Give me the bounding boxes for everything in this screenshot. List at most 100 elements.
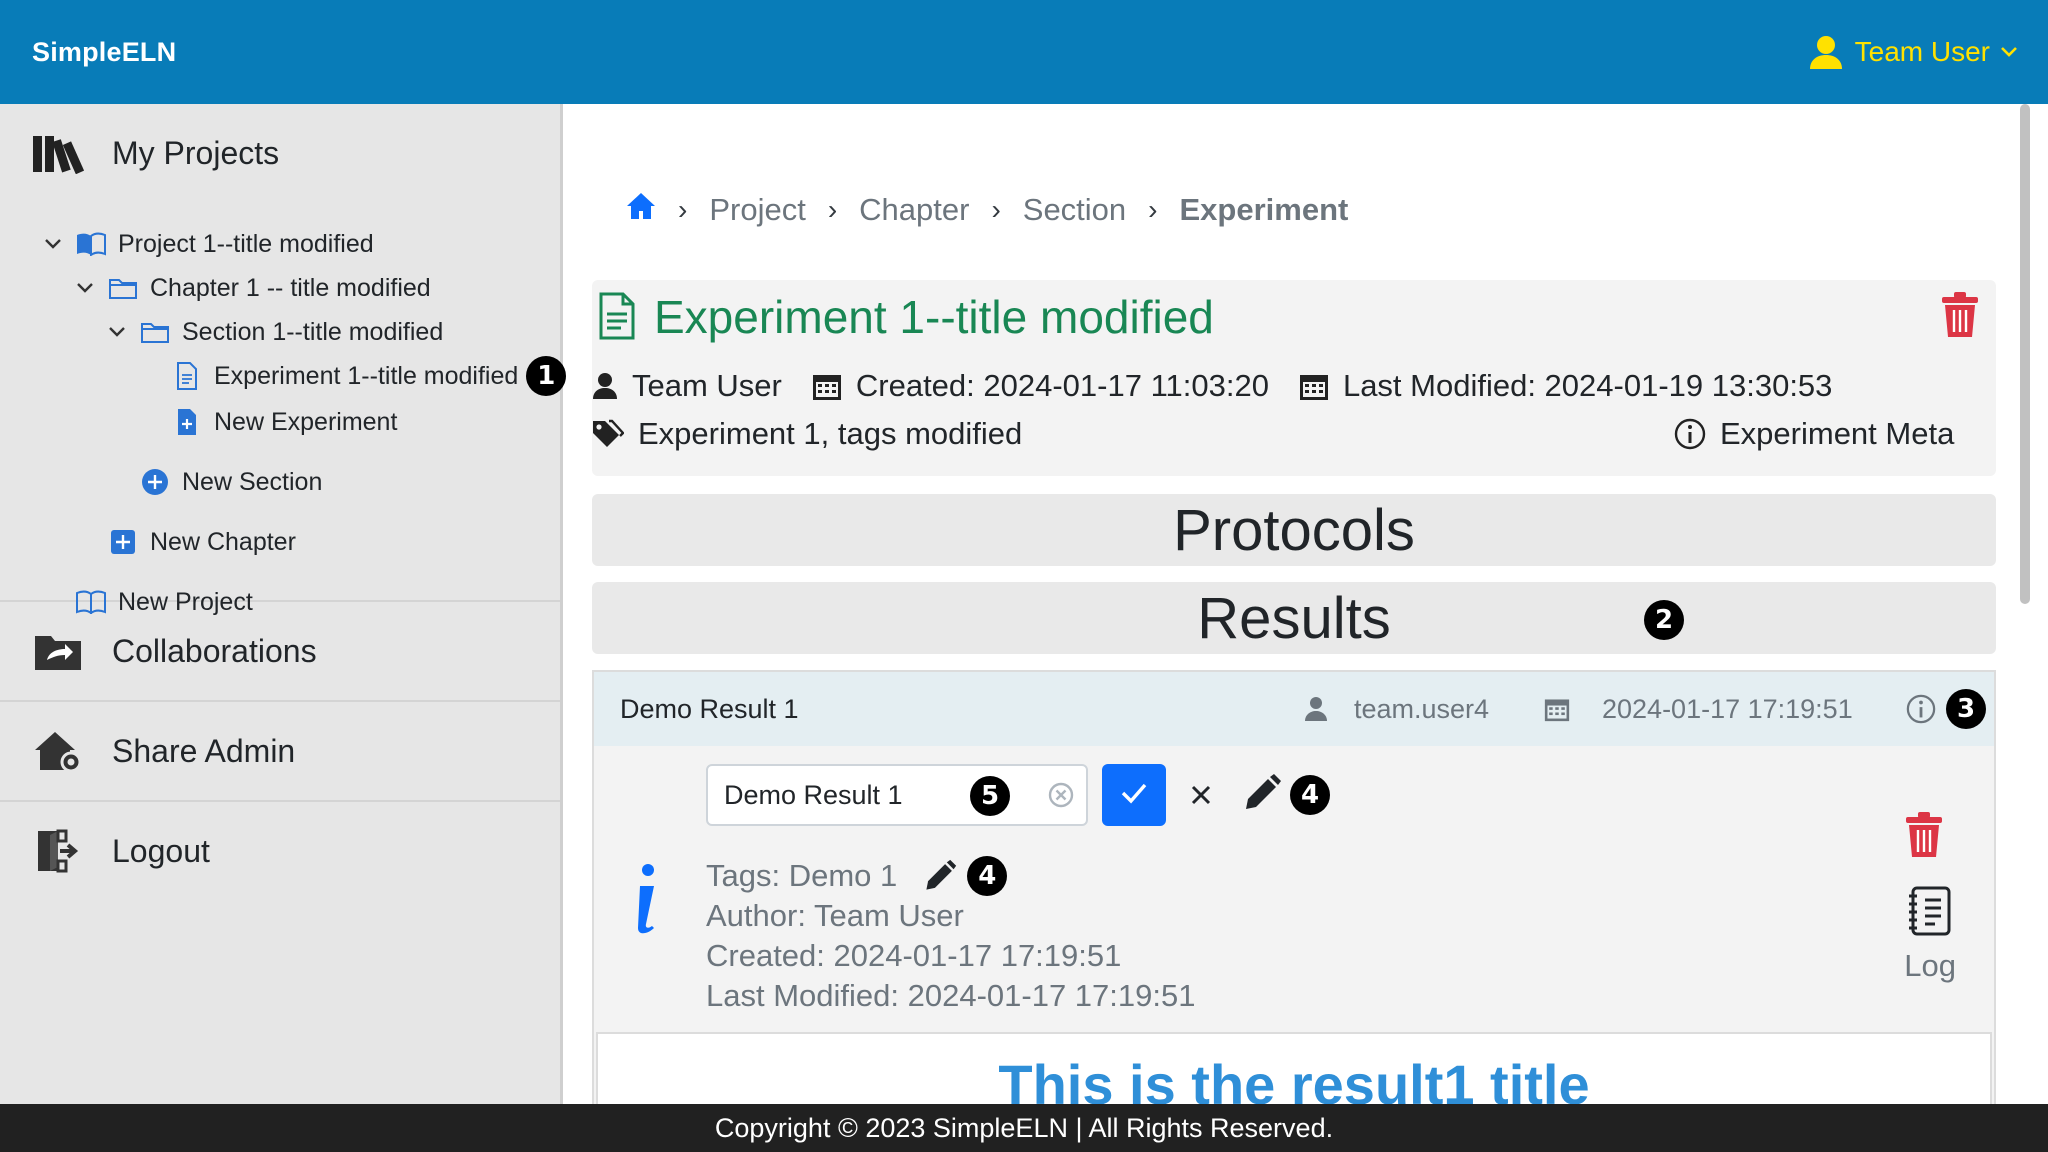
chevron-down-icon[interactable] xyxy=(106,326,128,338)
brand-logo[interactable]: SimpleELN xyxy=(32,37,176,68)
experiment-header: Experiment 1--title modified Team User C… xyxy=(592,280,1996,476)
tree-item-chapter[interactable]: Chapter 1 -- title modified xyxy=(74,268,431,308)
result-details: Tags: Demo 1 4 Author: Team User Created… xyxy=(706,856,1195,1016)
log-button[interactable]: Log xyxy=(1904,886,1956,984)
experiment-meta-link[interactable]: Experiment Meta xyxy=(1674,416,1954,452)
tree-item-experiment[interactable]: Experiment 1--title modified 1 xyxy=(172,356,567,396)
chevron-right-icon: › xyxy=(1148,194,1158,225)
tree-label: New Chapter xyxy=(150,527,296,556)
calendar-icon xyxy=(1299,371,1329,401)
chevron-down-icon xyxy=(2000,46,2018,58)
tree-label: New Section xyxy=(182,467,323,496)
folder-icon xyxy=(108,273,138,303)
result-header[interactable]: Demo Result 1 team.user4 2024-01-17 17:1… xyxy=(594,672,1994,746)
person-icon xyxy=(592,372,618,400)
edit-title-button[interactable] xyxy=(1242,773,1282,818)
experiment-tags-row: Experiment 1, tags modified Experiment M… xyxy=(592,416,1996,452)
sidebar: My Projects Project 1--title modified Ch… xyxy=(0,104,567,1104)
result-title-input[interactable]: Demo Result 1 5 xyxy=(706,764,1088,826)
cancel-button[interactable] xyxy=(1190,775,1212,815)
document-icon xyxy=(598,292,636,345)
share-admin-label: Share Admin xyxy=(112,732,296,769)
calendar-icon xyxy=(1544,696,1570,722)
chevron-right-icon: › xyxy=(991,194,1001,225)
annotation-badge: 4 xyxy=(967,856,1008,896)
tree-item-new-chapter[interactable]: New Chapter xyxy=(108,522,296,562)
result-tags-row: Tags: Demo 1 4 xyxy=(706,856,1195,896)
tree-label: Experiment 1--title modified xyxy=(214,361,519,390)
result-name: Demo Result 1 xyxy=(620,693,799,724)
result-date: 2024-01-17 17:19:51 xyxy=(1544,694,1853,725)
experiment-meta-row: Team User Created: 2024-01-17 11:03:20 L… xyxy=(592,368,1862,404)
log-label: Log xyxy=(1904,948,1956,983)
experiment-meta-label: Experiment Meta xyxy=(1720,416,1955,451)
result-date-text: 2024-01-17 17:19:51 xyxy=(1602,693,1853,724)
check-icon xyxy=(1120,782,1148,809)
project-tree: Project 1--title modified Chapter 1 -- t… xyxy=(0,202,567,616)
scrollbar[interactable] xyxy=(2020,104,2030,604)
calendar-icon xyxy=(812,371,842,401)
home-icon[interactable] xyxy=(626,191,656,229)
experiment-owner: Team User xyxy=(632,368,782,403)
tree-item-new-section[interactable]: New Section xyxy=(140,462,322,502)
folder-icon xyxy=(140,317,170,347)
protocols-accordion[interactable]: Protocols xyxy=(592,494,1996,566)
logout-label: Logout xyxy=(112,832,210,869)
top-navbar: SimpleELN Team User xyxy=(0,0,2048,104)
experiment-tags[interactable]: Experiment 1, tags modified xyxy=(638,416,1022,452)
breadcrumb-section[interactable]: Section xyxy=(1023,192,1126,228)
tree-item-new-experiment[interactable]: New Experiment xyxy=(172,402,397,442)
result-card: Demo Result 1 team.user4 2024-01-17 17:1… xyxy=(592,670,1996,1152)
tree-item-section[interactable]: Section 1--title modified xyxy=(106,312,443,352)
chevron-down-icon[interactable] xyxy=(42,238,64,250)
user-menu[interactable]: Team User xyxy=(1807,34,2018,70)
result-created: Created: 2024-01-17 17:19:51 xyxy=(706,938,1122,973)
user-name: Team User xyxy=(1854,36,1990,67)
result-user: team.user4 xyxy=(1304,694,1489,725)
experiment-title[interactable]: Experiment 1--title modified xyxy=(654,290,1214,344)
library-icon xyxy=(30,128,86,178)
plus-square-icon xyxy=(108,527,138,557)
results-accordion[interactable]: Results xyxy=(592,582,1996,654)
info-circle-icon[interactable] xyxy=(1906,694,1936,724)
confirm-button[interactable] xyxy=(1102,764,1166,826)
collaborations-label: Collaborations xyxy=(112,632,317,669)
sidebar-share-admin[interactable]: Share Admin xyxy=(0,702,560,800)
pencil-icon xyxy=(1242,773,1282,818)
tags-icon xyxy=(592,419,624,449)
pencil-icon[interactable] xyxy=(923,859,957,893)
tree-label: New Experiment xyxy=(214,407,398,436)
sidebar-my-projects[interactable]: My Projects xyxy=(0,104,560,202)
breadcrumb: › Project › Chapter › Section › Experime… xyxy=(626,186,1348,234)
annotation-badge: 4 xyxy=(1290,775,1330,815)
book-open-icon xyxy=(76,587,106,617)
clear-icon[interactable] xyxy=(1048,782,1074,815)
person-icon xyxy=(1304,696,1328,722)
tree-label: Chapter 1 -- title modified xyxy=(150,273,431,302)
sidebar-logout[interactable]: Logout xyxy=(0,802,560,900)
result-title-editor: Demo Result 1 5 4 xyxy=(706,764,1330,826)
breadcrumb-current: Experiment xyxy=(1179,192,1349,227)
experiment-modified: Last Modified: 2024-01-19 13:30:53 xyxy=(1342,368,1833,403)
results-label: Results xyxy=(1197,585,1391,651)
file-plus-icon xyxy=(172,407,202,437)
user-icon xyxy=(1807,34,1845,70)
chevron-down-icon[interactable] xyxy=(74,282,96,294)
tree-label: Project 1--title modified xyxy=(118,229,374,258)
experiment-created: Created: 2024-01-17 11:03:20 xyxy=(855,368,1269,403)
plus-circle-icon xyxy=(140,467,170,497)
breadcrumb-project[interactable]: Project xyxy=(709,192,805,228)
tree-item-project[interactable]: Project 1--title modified xyxy=(42,224,374,264)
footer: Copyright © 2023 SimpleELN | All Rights … xyxy=(0,1104,2048,1152)
tree-item-new-project[interactable]: New Project xyxy=(76,582,253,622)
trash-icon[interactable] xyxy=(1940,292,1980,343)
close-icon xyxy=(1190,775,1212,815)
result-author: Author: Team User xyxy=(706,898,964,933)
result-username: team.user4 xyxy=(1354,693,1490,724)
annotation-badge: 3 xyxy=(1946,689,1986,729)
breadcrumb-chapter[interactable]: Chapter xyxy=(859,192,969,228)
chevron-right-icon: › xyxy=(678,194,688,225)
trash-icon[interactable] xyxy=(1904,812,1944,863)
result-tags: Tags: Demo 1 xyxy=(706,858,898,893)
house-gear-icon xyxy=(30,726,86,776)
